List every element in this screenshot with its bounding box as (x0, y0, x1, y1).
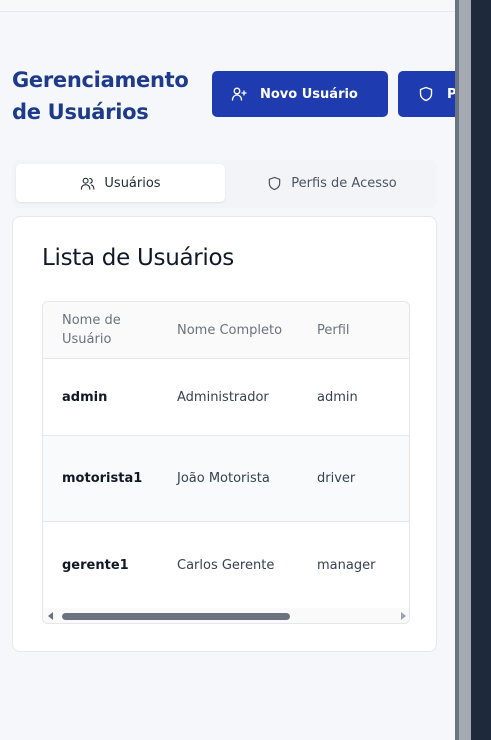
column-header-profile[interactable]: Perfil (317, 302, 407, 358)
cell-full-name: Carlos Gerente (177, 557, 275, 573)
tab-users-label: Usuários (104, 175, 161, 191)
cell-profile: driver (317, 471, 356, 486)
shield-icon (418, 86, 434, 102)
horizontal-scrollbar[interactable] (43, 608, 409, 623)
users-table: Nome de Usuário Nome Completo Perfil adm… (42, 301, 410, 624)
cell-username: gerente1 (62, 557, 129, 573)
column-header-username[interactable]: Nome de Usuário (62, 302, 167, 358)
main-panel: Gerenciamento de Usuários Novo Usuário P (0, 0, 455, 740)
cell-username: motorista1 (62, 471, 143, 486)
scrollbar-thumb[interactable] (62, 613, 290, 620)
cell-profile: manager (317, 557, 376, 573)
page-title: Gerenciamento de Usuários (12, 68, 189, 124)
users-icon (81, 177, 95, 190)
tab-users[interactable]: Usuários (16, 164, 225, 202)
tab-access-profiles-label: Perfis de Acesso (291, 175, 397, 191)
tab-access-profiles[interactable]: Perfis de Acesso (232, 164, 432, 202)
side-pane (459, 0, 471, 740)
new-user-button[interactable]: Novo Usuário (212, 71, 388, 117)
cell-full-name: João Motorista (177, 471, 270, 486)
cell-profile: admin (317, 389, 358, 405)
cell-full-name: Administrador (177, 389, 269, 405)
top-strip (0, 0, 455, 12)
table-header: Nome de Usuário Nome Completo Perfil (43, 302, 409, 359)
access-profiles-label: P (447, 86, 455, 102)
shield-icon (268, 176, 281, 190)
dark-pane (471, 0, 491, 740)
column-header-full-name[interactable]: Nome Completo (177, 302, 305, 358)
scroll-left-arrow-icon[interactable] (48, 612, 53, 620)
table-row[interactable]: motorista1 João Motorista driver (43, 436, 409, 522)
table-row[interactable]: admin Administrador admin (43, 359, 409, 436)
table-row[interactable]: gerente1 Carlos Gerente manager (43, 522, 409, 608)
cell-username: admin (62, 389, 108, 405)
card-title: Lista de Usuários (42, 245, 234, 271)
new-user-label: Novo Usuário (260, 86, 358, 102)
access-profiles-button[interactable]: P (398, 71, 455, 117)
scroll-right-arrow-icon[interactable] (401, 612, 406, 620)
tab-list: Usuários Perfis de Acesso (12, 160, 437, 208)
user-plus-icon (231, 86, 247, 102)
users-card: Lista de Usuários Nome de Usuário Nome C… (12, 216, 437, 652)
